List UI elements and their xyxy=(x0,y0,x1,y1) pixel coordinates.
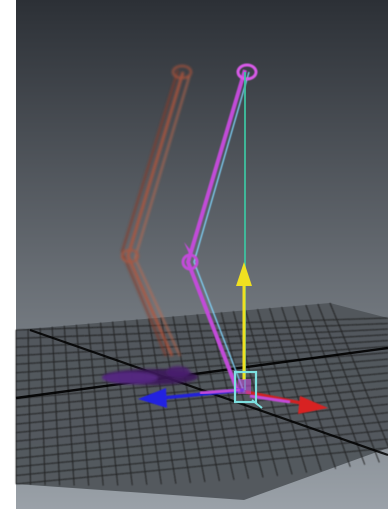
3d-viewport[interactable] xyxy=(0,0,388,513)
